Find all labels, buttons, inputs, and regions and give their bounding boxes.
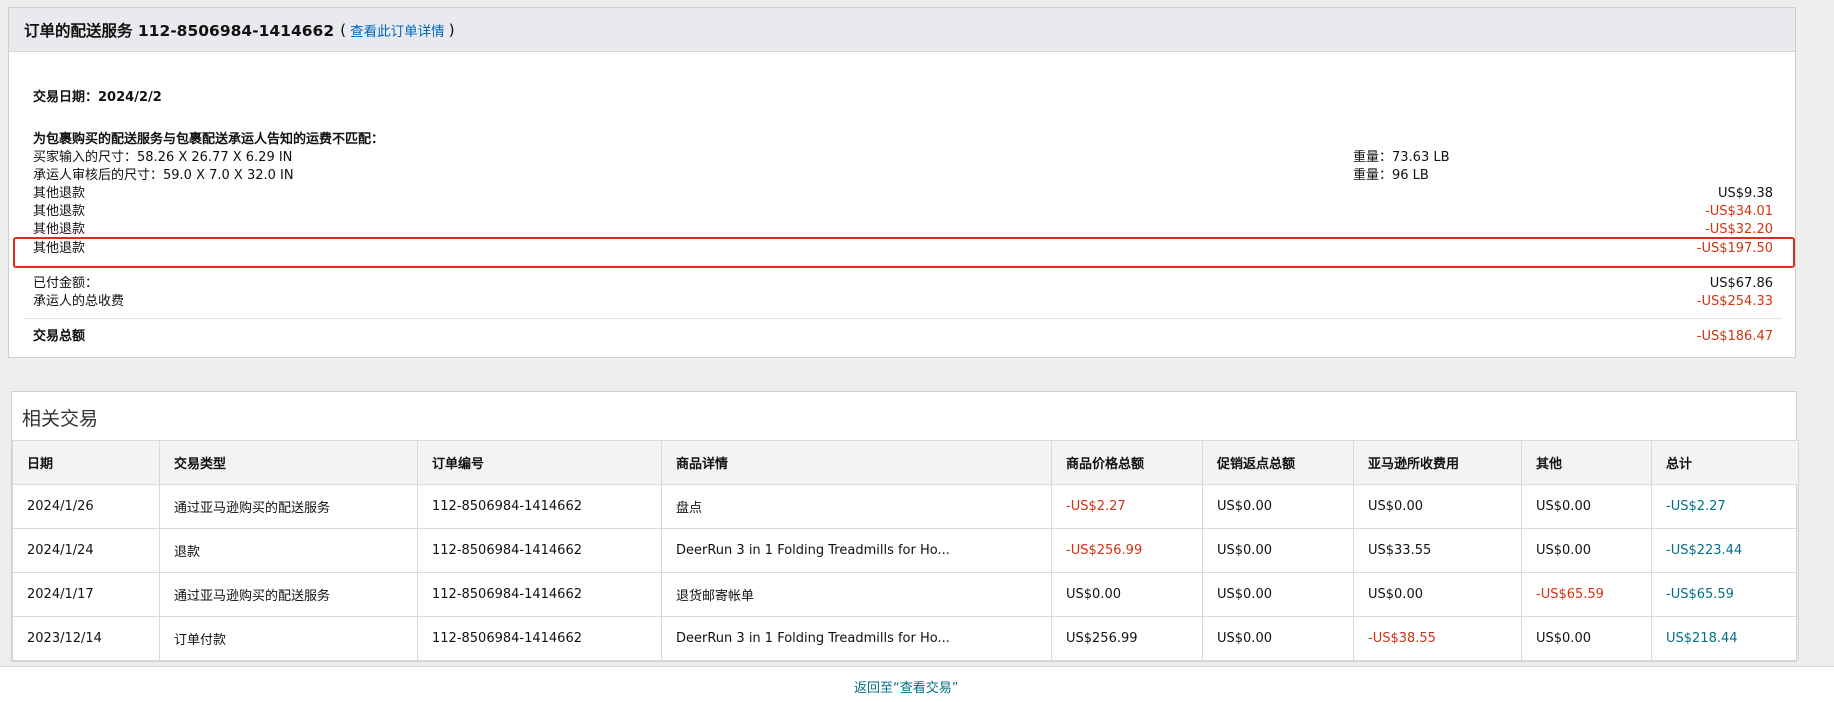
cell-other: -US$65.59: [1521, 572, 1652, 617]
cell-total: -US$65.59: [1651, 572, 1799, 617]
col-type: 交易类型: [159, 440, 418, 485]
cell-item-details: DeerRun 3 in 1 Folding Treadmills for Ho…: [661, 528, 1052, 573]
cell-other: US$0.00: [1521, 484, 1652, 529]
cell-amazon-fees: US$0.00: [1353, 572, 1522, 617]
refund-label-1: 其他退款: [33, 186, 86, 201]
cell-amazon-fees: US$33.55: [1353, 528, 1522, 573]
cell-order-id: 112-8506984-1414662: [417, 528, 662, 573]
refund-label-2: 其他退款: [33, 204, 86, 219]
cell-item-total: US$256.99: [1051, 616, 1203, 661]
carrier-dimensions: 承运人审核后的尺寸：59.0 X 7.0 X 32.0 IN: [33, 168, 294, 183]
cell-type: 通过亚马逊购买的配送服务: [159, 484, 418, 529]
paid-amount-value: US$67.86: [1709, 276, 1773, 291]
col-other: 其他: [1521, 440, 1652, 485]
table-header-row: 日期 交易类型 订单编号 商品详情 商品价格总额 促销返点总额 亚马逊所收费用 …: [12, 440, 1799, 485]
cell-item-details: 盘点: [661, 484, 1052, 529]
summary-divider: [24, 318, 1782, 319]
back-to-transactions-link[interactable]: 返回至“查看交易”: [854, 677, 958, 696]
related-transactions-table: 日期 交易类型 订单编号 商品详情 商品价格总额 促销返点总额 亚马逊所收费用 …: [12, 440, 1799, 661]
cell-date: 2023/12/14: [12, 616, 160, 661]
cell-order-id: 112-8506984-1414662: [417, 572, 662, 617]
highlighted-refund-row: [13, 237, 1795, 268]
transaction-date: 交易日期：2024/2/2: [33, 90, 162, 105]
refund-amount-2: -US$34.01: [1705, 204, 1773, 219]
cell-type: 订单付款: [159, 616, 418, 661]
cell-total: US$218.44: [1651, 616, 1799, 661]
refund-label-3: 其他退款: [33, 222, 86, 237]
refund-amount-4: -US$197.50: [1696, 241, 1773, 256]
transaction-total-label: 交易总额: [33, 329, 86, 344]
table-row: 2024/1/24 退款 112-8506984-1414662 DeerRun…: [12, 528, 1799, 573]
cell-date: 2024/1/17: [12, 572, 160, 617]
cell-total: -US$223.44: [1651, 528, 1799, 573]
col-item-total: 商品价格总额: [1051, 440, 1203, 485]
cell-type: 退款: [159, 528, 418, 573]
cell-promo-total: US$0.00: [1202, 528, 1354, 573]
cell-other: US$0.00: [1521, 616, 1652, 661]
buyer-weight: 重量：73.63 LB: [1353, 150, 1450, 165]
mismatch-title: 为包裹购买的配送服务与包裹配送承运人告知的运费不匹配：: [33, 132, 385, 147]
cell-item-details: 退货邮寄帐单: [661, 572, 1052, 617]
paren-open: (: [340, 20, 347, 39]
table-row: 2024/1/26 通过亚马逊购买的配送服务 112-8506984-14146…: [12, 484, 1799, 529]
col-date: 日期: [12, 440, 160, 485]
related-transactions-panel: 相关交易 日期 交易类型 订单编号 商品详情 商品价格总额 促销返点总额 亚马逊…: [11, 391, 1799, 662]
cell-promo-total: US$0.00: [1202, 616, 1354, 661]
panel-title: 订单的配送服务 112-8506984-1414662: [24, 21, 335, 40]
buyer-dimensions: 买家输入的尺寸：58.26 X 26.77 X 6.29 IN: [33, 150, 293, 165]
refund-label-4: 其他退款: [33, 241, 86, 256]
paid-amount-label: 已付金额：: [33, 276, 99, 291]
view-order-details-link[interactable]: 查看此订单详情: [350, 20, 445, 40]
carrier-fee-value: -US$254.33: [1696, 294, 1773, 309]
table-row: 2023/12/14 订单付款 112-8506984-1414662 Deer…: [12, 616, 1799, 661]
refund-amount-1: US$9.38: [1718, 186, 1773, 201]
col-total: 总计: [1651, 440, 1799, 485]
carrier-weight: 重量：96 LB: [1353, 168, 1429, 183]
cell-item-total: -US$256.99: [1051, 528, 1203, 573]
col-promo-total: 促销返点总额: [1202, 440, 1354, 485]
cell-total: -US$2.27: [1651, 484, 1799, 529]
carrier-fee-label: 承运人的总收费: [33, 294, 125, 309]
table-row: 2024/1/17 通过亚马逊购买的配送服务 112-8506984-14146…: [12, 572, 1799, 617]
page-footer: 返回至“查看交易”: [0, 666, 1834, 702]
transaction-total-value: -US$186.47: [1696, 329, 1773, 344]
cell-amazon-fees: US$0.00: [1353, 484, 1522, 529]
cell-item-total: -US$2.27: [1051, 484, 1203, 529]
cell-order-id: 112-8506984-1414662: [417, 484, 662, 529]
refund-amount-3: -US$32.20: [1705, 222, 1773, 237]
cell-type: 通过亚马逊购买的配送服务: [159, 572, 418, 617]
cell-promo-total: US$0.00: [1202, 484, 1354, 529]
cell-order-id: 112-8506984-1414662: [417, 616, 662, 661]
cell-promo-total: US$0.00: [1202, 572, 1354, 617]
cell-item-details: DeerRun 3 in 1 Folding Treadmills for Ho…: [661, 616, 1052, 661]
col-order-id: 订单编号: [417, 440, 662, 485]
col-amazon-fees: 亚马逊所收费用: [1353, 440, 1522, 485]
cell-item-total: US$0.00: [1051, 572, 1203, 617]
related-transactions-title: 相关交易: [22, 408, 99, 430]
col-item-details: 商品详情: [661, 440, 1052, 485]
cell-date: 2024/1/24: [12, 528, 160, 573]
cell-amazon-fees: -US$38.55: [1353, 616, 1522, 661]
panel-header: 订单的配送服务 112-8506984-1414662 ( 查看此订单详情 ): [9, 8, 1795, 52]
cell-date: 2024/1/26: [12, 484, 160, 529]
cell-other: US$0.00: [1521, 528, 1652, 573]
paren-close: ): [448, 20, 455, 39]
